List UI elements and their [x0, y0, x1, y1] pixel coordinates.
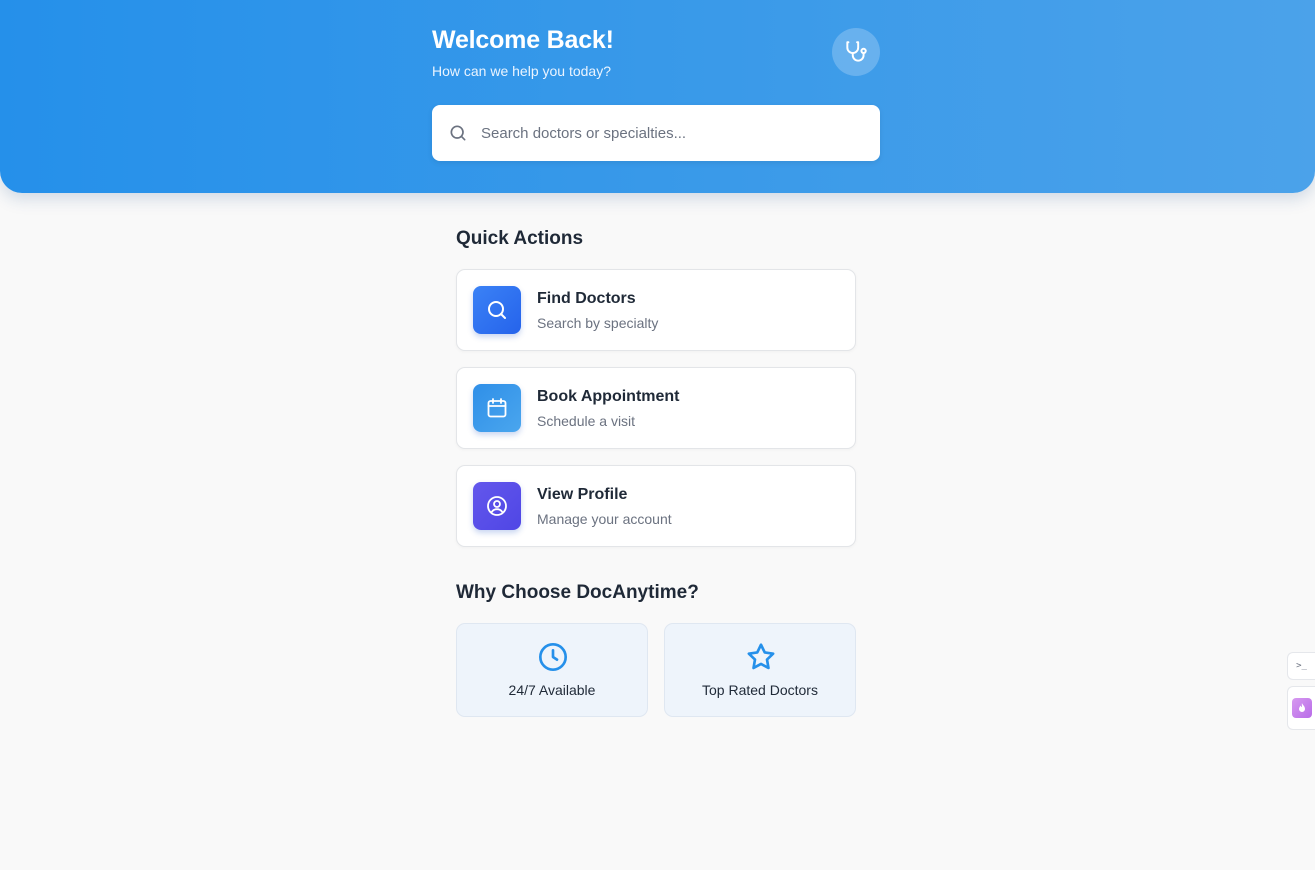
search-bar[interactable]	[432, 105, 880, 161]
search-input[interactable]	[481, 113, 861, 153]
book-appointment-card[interactable]: Book Appointment Schedule a visit	[456, 367, 856, 449]
search-icon	[448, 123, 468, 143]
star-icon	[745, 641, 777, 673]
terminal-widget-icon[interactable]: >_	[1287, 652, 1315, 680]
action-title: View Profile	[537, 486, 628, 503]
find-doctors-card[interactable]: Find Doctors Search by specialty	[456, 269, 856, 351]
page-title: Welcome Back!	[432, 26, 614, 54]
action-title: Book Appointment	[537, 388, 680, 405]
feature-card-availability: 24/7 Available	[456, 623, 648, 717]
feature-label: 24/7 Available	[508, 682, 596, 698]
chat-widget-icon[interactable]	[1287, 686, 1315, 730]
stethoscope-icon[interactable]	[832, 28, 880, 76]
action-subtitle: Schedule a visit	[537, 413, 636, 429]
header-banner: Welcome Back! How can we help you today?	[0, 0, 1315, 193]
feature-label: Top Rated Doctors	[702, 682, 818, 698]
feature-card-top-rated: Top Rated Doctors	[664, 623, 856, 717]
action-subtitle: Search by specialty	[537, 315, 659, 331]
view-profile-card[interactable]: View Profile Manage your account	[456, 465, 856, 547]
page-subtitle: How can we help you today?	[432, 63, 611, 79]
why-choose-heading: Why Choose DocAnytime?	[456, 582, 699, 603]
calendar-icon	[473, 384, 521, 432]
user-circle-icon	[473, 482, 521, 530]
quick-actions-heading: Quick Actions	[456, 228, 584, 249]
search-icon	[473, 286, 521, 334]
action-subtitle: Manage your account	[537, 511, 672, 527]
action-title: Find Doctors	[537, 290, 636, 307]
clock-icon	[537, 641, 569, 673]
